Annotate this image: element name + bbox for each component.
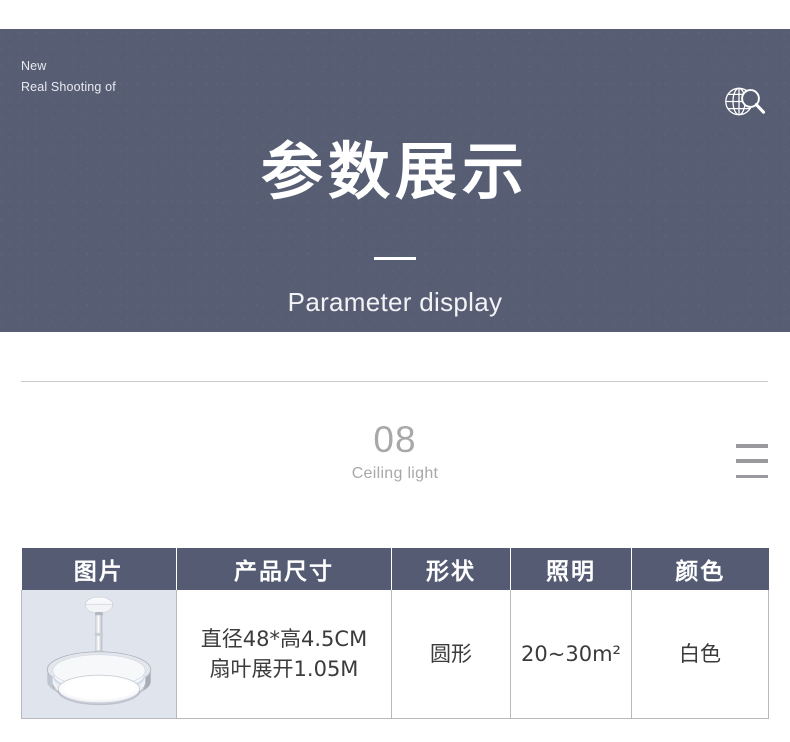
column-header-image: 图片 (21, 548, 177, 590)
hero-banner: New Real Shooting of 参数展示 Parameter disp… (0, 29, 790, 332)
section-divider (21, 381, 768, 382)
menu-line-bottom (736, 474, 768, 478)
column-header-size: 产品尺寸 (176, 548, 392, 590)
table-header-row: 图片 产品尺寸 形状 照明 颜色 (21, 548, 769, 590)
cell-product-shape: 圆形 (391, 590, 511, 719)
page-subtitle: Parameter display (287, 287, 503, 317)
section-heading: 08 Ceiling light (0, 418, 790, 485)
hero-corner-label: New Real Shooting of (21, 59, 116, 94)
specification-table: 图片 产品尺寸 形状 照明 颜色 直径48*高4.5CM 扇叶展开1.05M 圆… (21, 548, 769, 719)
page-title: 参数展示 (260, 135, 529, 208)
globe-search-icon (722, 84, 768, 120)
hamburger-menu-icon[interactable] (736, 444, 768, 478)
column-header-lighting: 照明 (510, 548, 632, 590)
cell-product-photo (21, 590, 177, 719)
section-number: 08 (373, 419, 417, 460)
cell-product-size: 直径48*高4.5CM 扇叶展开1.05M (176, 590, 392, 719)
menu-line-middle (736, 459, 768, 463)
title-underline-rule (374, 257, 416, 260)
table-row: 直径48*高4.5CM 扇叶展开1.05M 圆形 20~30m² 白色 (21, 590, 769, 719)
column-header-shape: 形状 (391, 548, 511, 590)
cell-product-color: 白色 (631, 590, 769, 719)
menu-line-top (736, 444, 768, 448)
cell-product-lighting: 20~30m² (510, 590, 632, 719)
parameter-display-page: New Real Shooting of 参数展示 Parameter disp… (0, 0, 790, 742)
column-header-color: 颜色 (631, 548, 769, 590)
section-name: Ceiling light (351, 465, 439, 482)
ceiling-fan-light-image (46, 596, 152, 706)
